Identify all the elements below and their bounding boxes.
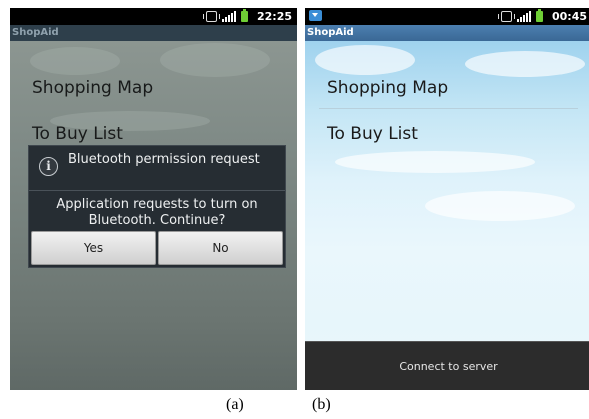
vibrate-icon <box>498 11 515 22</box>
menu-item-shopping-map[interactable]: Shopping Map <box>327 78 448 98</box>
screenshot-b: 00:45 ShopAid Shopping Map To Buy List C… <box>305 8 589 390</box>
status-time: 22:25 <box>256 10 292 23</box>
no-button[interactable]: No <box>158 231 283 265</box>
status-bar: 00:45 <box>305 8 589 25</box>
dialog-title: Bluetooth permission request <box>68 152 260 167</box>
cloud-decoration <box>315 45 415 75</box>
signal-icon <box>517 11 531 22</box>
menu-item-to-buy-list[interactable]: To Buy List <box>327 124 418 144</box>
app-title: ShopAid <box>305 25 589 41</box>
menu-divider <box>319 108 578 109</box>
status-bar: 22:25 <box>10 8 297 25</box>
app-content: Shopping Map To Buy List i Bluetooth per… <box>10 41 297 390</box>
caption-b: (b) <box>312 396 331 413</box>
notification-icon <box>309 10 322 21</box>
battery-icon <box>536 9 543 22</box>
dialog-header: i Bluetooth permission request <box>29 146 285 191</box>
menu-item-to-buy-list[interactable]: To Buy List <box>32 124 123 144</box>
caption-a: (a) <box>226 396 244 413</box>
screenshot-a: 22:25 ShopAid Shopping Map To Buy List i… <box>10 8 297 390</box>
cloud-decoration <box>30 47 120 75</box>
yes-button[interactable]: Yes <box>31 231 156 265</box>
bluetooth-permission-dialog: i Bluetooth permission request Applicati… <box>28 145 286 268</box>
app-title: ShopAid <box>10 25 297 41</box>
signal-icon <box>222 11 236 22</box>
cloud-decoration <box>425 191 575 221</box>
dialog-buttons: Yes No <box>31 231 283 265</box>
connect-to-server-button[interactable]: Connect to server <box>305 341 589 390</box>
cloud-decoration <box>465 51 585 77</box>
menu-item-shopping-map[interactable]: Shopping Map <box>32 78 153 98</box>
dialog-message: Application requests to turn on Bluetoot… <box>56 197 258 228</box>
battery-icon <box>241 9 248 22</box>
app-content: Shopping Map To Buy List Connect to serv… <box>305 41 589 390</box>
vibrate-icon <box>203 11 220 22</box>
info-icon: i <box>39 157 58 176</box>
cloud-decoration <box>335 151 535 173</box>
cloud-decoration <box>160 43 270 77</box>
status-time: 00:45 <box>551 10 587 23</box>
